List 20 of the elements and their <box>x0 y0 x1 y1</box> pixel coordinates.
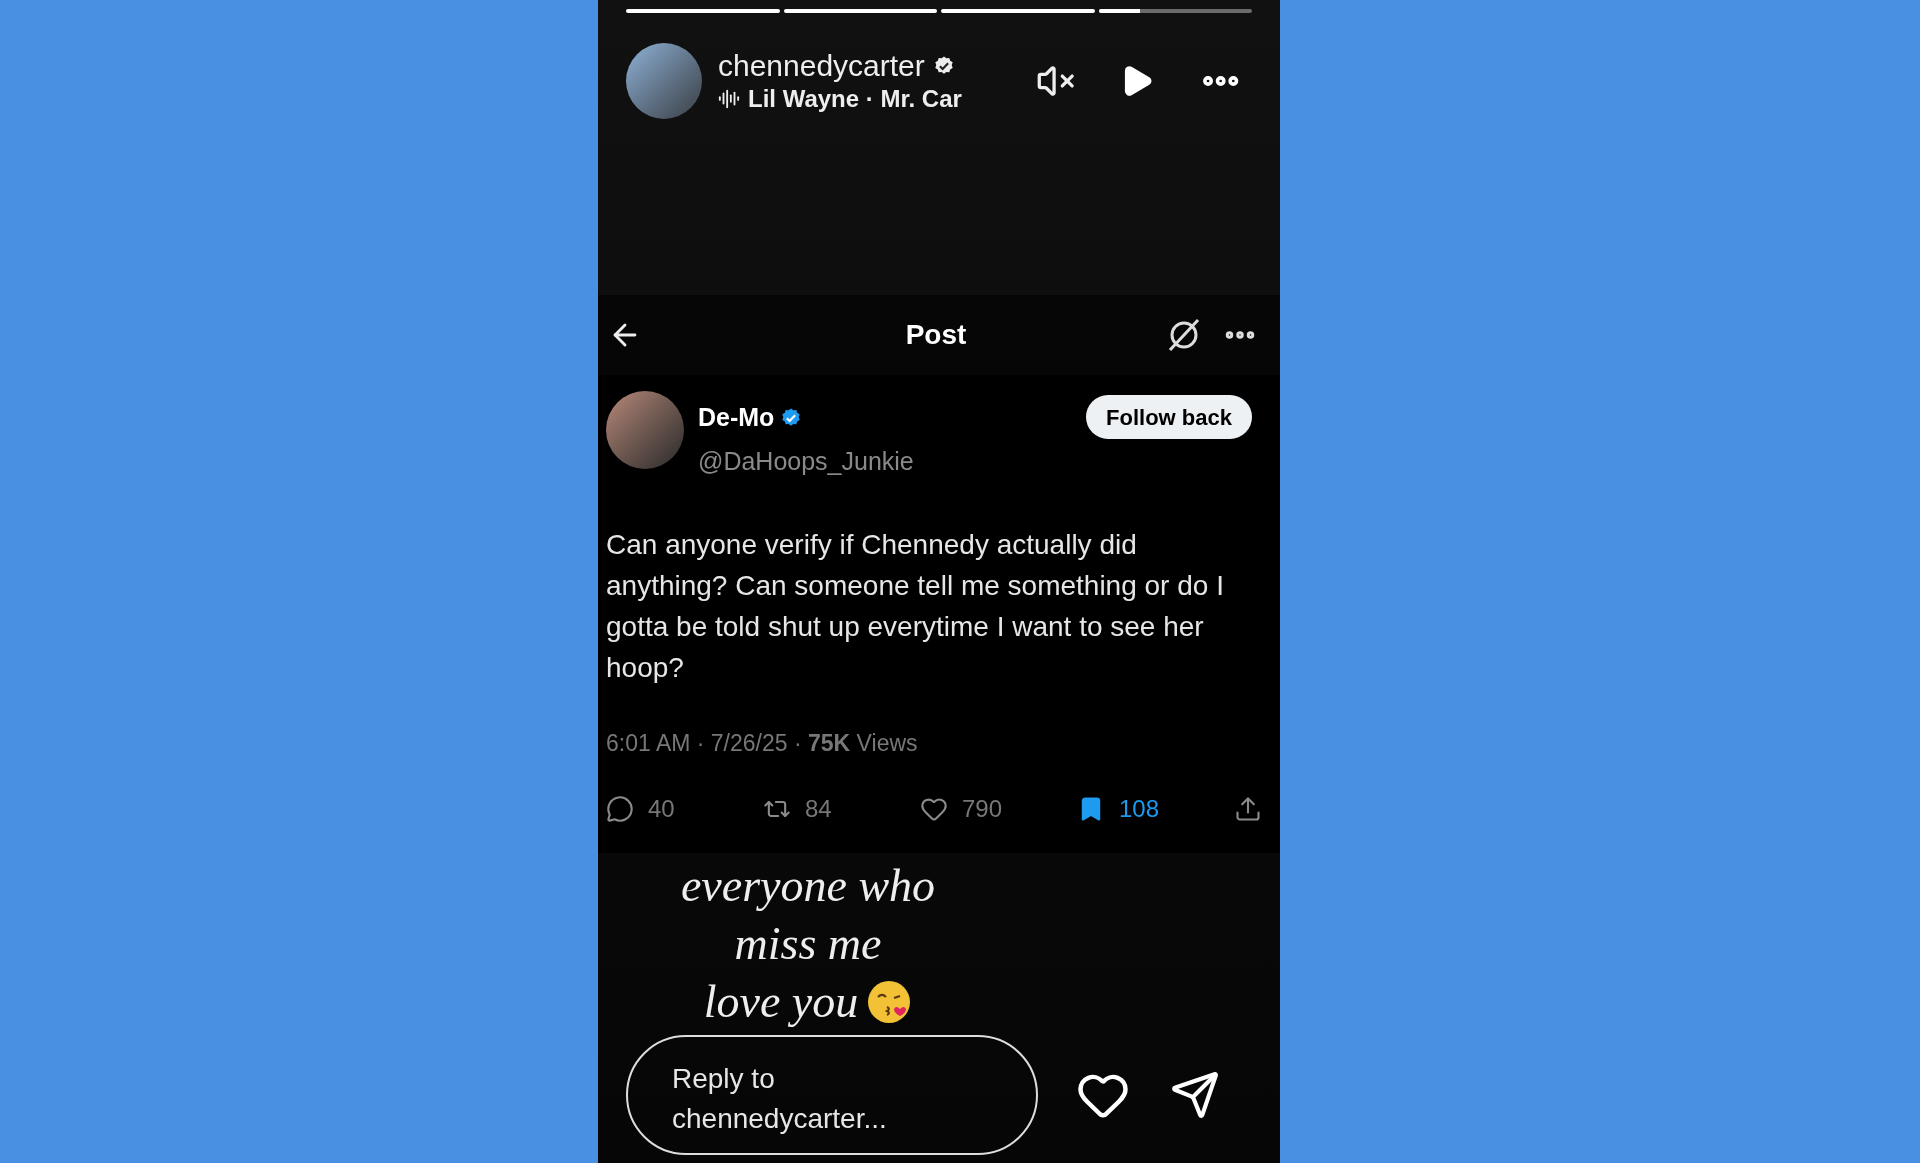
kissing-face-icon <box>866 978 913 1025</box>
follow-back-button[interactable]: Follow back <box>1086 395 1252 439</box>
send-icon[interactable] <box>1170 1069 1220 1120</box>
action-count: 790 <box>962 793 1003 824</box>
speech-bubble-icon[interactable] <box>606 794 634 823</box>
reply-field[interactable]: Reply to chennedycarter... <box>626 1034 1038 1155</box>
author-handle[interactable]: @DaHoops_Junkie <box>698 442 1073 480</box>
post-text: Can anyone verify if Chennedy actually did anything? Can someone tell me something or do I gotta be told shut up everytime I want to see her hoop? <box>606 528 1225 685</box>
caption-text: love you <box>703 974 859 1029</box>
caption-text: everyone who <box>680 858 936 913</box>
caption-text: miss me <box>734 916 882 971</box>
action-count: 108 <box>1119 793 1160 824</box>
username[interactable]: chennedycarter <box>718 51 925 81</box>
author-name[interactable]: De-Mo <box>698 399 775 437</box>
action-count: 84 <box>805 793 832 824</box>
post-meta: 6:01 AM · 7/26/25 · 75K Views <box>606 730 918 756</box>
action-count: 40 <box>648 793 675 824</box>
page-title: Post <box>905 318 967 352</box>
audio-icon <box>718 88 740 110</box>
music-title[interactable]: Lil Wayne · Mr. Car <box>748 87 962 111</box>
